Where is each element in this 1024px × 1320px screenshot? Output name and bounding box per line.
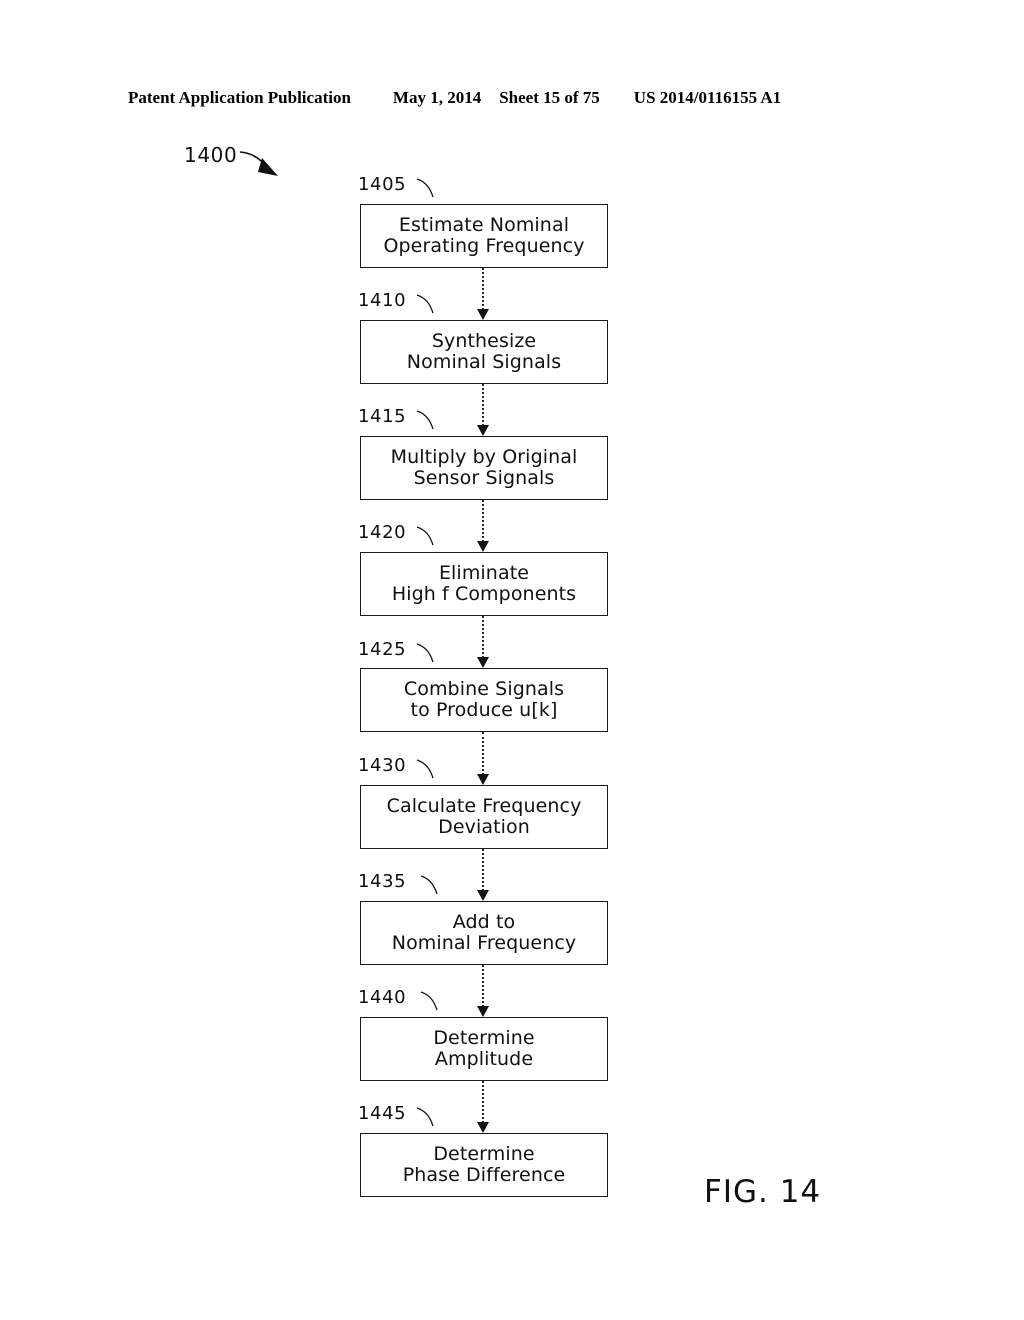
ref-label-1430: 1430 [358, 755, 407, 776]
ref-label-1445: 1445 [358, 1103, 407, 1124]
flow-step-1430-line2: Deviation [438, 816, 530, 838]
flow-step-1405-line1: Estimate Nominal [398, 213, 570, 236]
flow-step-1410-line2: Nominal Signals [406, 351, 562, 373]
flow-step-1405-line2: Operating Frequency [383, 235, 585, 257]
flow-step-1445-line1: Determine [433, 1142, 535, 1165]
flow-step-1440: Determine Amplitude [360, 1017, 608, 1081]
connector-1405-to-1410 [477, 268, 489, 320]
flow-step-1435-line2: Nominal Frequency [391, 932, 577, 954]
arrowhead-icon [477, 425, 489, 436]
flow-step-1410-line1: Synthesize [431, 329, 537, 352]
connector-stem [482, 1081, 484, 1123]
flow-step-1425-line1: Combine Signals [403, 677, 565, 700]
ref-label-1405: 1405 [358, 174, 407, 195]
connector-stem [482, 849, 484, 891]
flow-step-1430: Calculate Frequency Deviation [360, 785, 608, 849]
connector-1435-to-1440 [477, 965, 489, 1017]
ref-label-1435: 1435 [358, 871, 407, 892]
flow-step-1440-line2: Amplitude [434, 1048, 534, 1070]
arrowhead-icon [477, 657, 489, 668]
ref-label-1415: 1415 [358, 406, 407, 427]
arrowhead-icon [477, 309, 489, 320]
patent-figure-14: 1400 1405 1410 1415 1420 1425 1430 1435 … [0, 0, 1024, 1320]
flow-step-1445-line2: Phase Difference [402, 1164, 566, 1186]
flow-step-1425-line2: to Produce u[k] [410, 699, 558, 721]
flow-step-1430-line1: Calculate Frequency [386, 794, 582, 817]
connector-stem [482, 268, 484, 310]
connector-stem [482, 500, 484, 542]
flow-step-1425: Combine Signals to Produce u[k] [360, 668, 608, 732]
flow-step-1405: Estimate Nominal Operating Frequency [360, 204, 608, 268]
flow-step-1435: Add to Nominal Frequency [360, 901, 608, 965]
ref-label-1410: 1410 [358, 290, 407, 311]
figure-caption: FIG. 14 [704, 1174, 822, 1210]
connector-stem [482, 732, 484, 775]
connector-1440-to-1445 [477, 1081, 489, 1133]
flow-step-1420-line1: Eliminate [438, 561, 530, 584]
connector-stem [482, 616, 484, 658]
ref-label-1425: 1425 [358, 639, 407, 660]
flow-step-1435-line1: Add to [452, 910, 516, 933]
flow-step-1415-line2: Sensor Signals [413, 467, 555, 489]
arrowhead-icon [477, 1006, 489, 1017]
connector-1425-to-1430 [477, 732, 489, 785]
figure-id-label: 1400 [184, 143, 238, 167]
connector-stem [482, 965, 484, 1007]
connector-stem [482, 384, 484, 426]
arrowhead-icon [477, 774, 489, 785]
ref-label-1420: 1420 [358, 522, 407, 543]
flow-step-1420: Eliminate High f Components [360, 552, 608, 616]
leader-lines-overlay [239, 151, 438, 1127]
flow-step-1420-line2: High f Components [391, 583, 577, 605]
flow-step-1445: Determine Phase Difference [360, 1133, 608, 1197]
connector-1410-to-1415 [477, 384, 489, 436]
arrowhead-icon [477, 1122, 489, 1133]
arrowhead-icon [477, 890, 489, 901]
flow-step-1415: Multiply by Original Sensor Signals [360, 436, 608, 500]
connector-1415-to-1420 [477, 500, 489, 552]
connector-1430-to-1435 [477, 849, 489, 901]
connector-1420-to-1425 [477, 616, 489, 668]
arrowhead-icon [477, 541, 489, 552]
flow-step-1440-line1: Determine [433, 1026, 535, 1049]
flow-step-1415-line1: Multiply by Original [390, 445, 578, 468]
flow-step-1410: Synthesize Nominal Signals [360, 320, 608, 384]
ref-label-1440: 1440 [358, 987, 407, 1008]
